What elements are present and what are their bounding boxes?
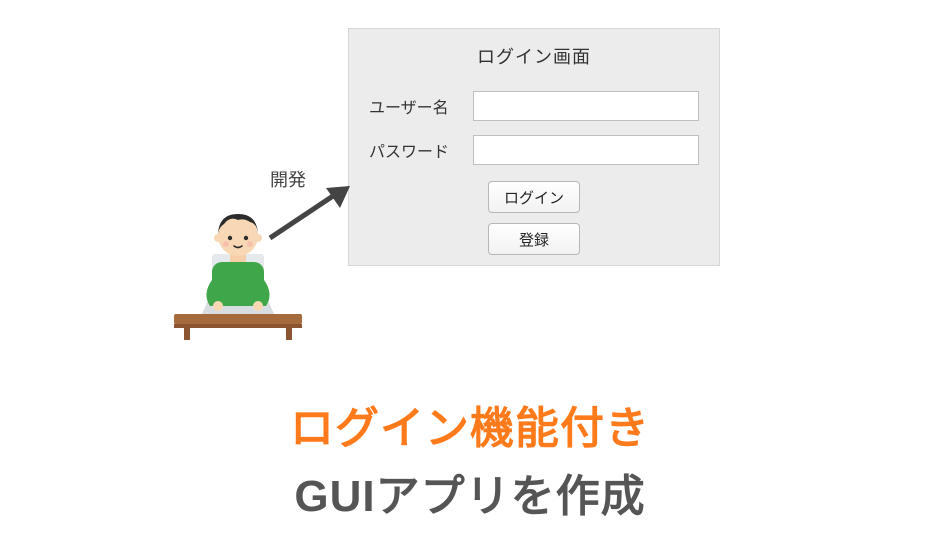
password-input[interactable]: [473, 135, 699, 165]
headline-line-1: ログイン機能付き: [0, 392, 940, 456]
password-row: パスワード: [349, 131, 719, 175]
username-row: ユーザー名: [349, 87, 719, 131]
username-input[interactable]: [473, 91, 699, 121]
login-button[interactable]: ログイン: [488, 181, 580, 213]
register-button[interactable]: 登録: [488, 223, 580, 255]
button-stack: ログイン 登録: [349, 181, 719, 255]
login-window: ログイン画面 ユーザー名 パスワード ログイン 登録: [348, 28, 720, 266]
window-title: ログイン画面: [349, 29, 719, 87]
username-label: ユーザー名: [369, 94, 463, 118]
headline-line-2: GUIアプリを作成: [0, 460, 940, 524]
person-at-laptop-icon: [168, 202, 308, 340]
password-label: パスワード: [369, 138, 463, 162]
